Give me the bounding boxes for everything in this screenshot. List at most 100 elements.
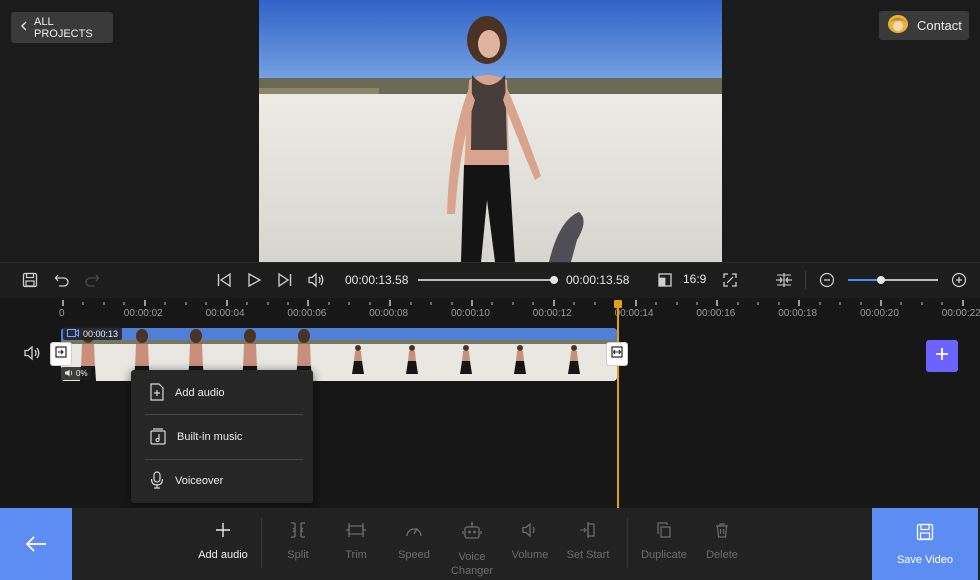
aspect-ratio-icon[interactable] <box>655 270 675 290</box>
ruler-minor-tick <box>348 302 351 305</box>
clip-start-handle[interactable] <box>50 342 72 366</box>
current-time: 00:00:13.58 <box>345 273 409 287</box>
add-audio-menu: Add audio Built-in music Voiceover <box>131 370 313 503</box>
ruler-minor-tick <box>675 302 678 305</box>
plus-icon <box>934 346 950 367</box>
add-audio-button[interactable]: Add audio <box>193 522 253 562</box>
ruler-minor-tick <box>164 302 167 305</box>
ruler-minor-tick <box>246 302 249 305</box>
ruler-minor-tick <box>839 302 842 305</box>
fit-timeline-icon[interactable] <box>774 270 794 290</box>
menu-item-voiceover[interactable]: Voiceover <box>131 459 313 503</box>
ruler-label: 00:00:10 <box>451 308 490 319</box>
duplicate-button[interactable]: Duplicate <box>634 522 694 562</box>
save-video-button[interactable]: Save Video <box>872 508 978 580</box>
bottom-divider <box>627 518 628 568</box>
ruler-minor-tick <box>920 302 923 305</box>
set-start-icon <box>579 522 597 542</box>
ruler-minor-tick <box>409 302 412 305</box>
save-icon <box>916 523 934 544</box>
ruler-major-tick <box>961 300 964 306</box>
zoom-slider-knob[interactable] <box>877 276 886 284</box>
ruler-label: 0 <box>59 308 65 319</box>
skip-to-start-icon[interactable] <box>214 270 234 290</box>
ruler-minor-tick <box>593 302 596 305</box>
trim-label: Trim <box>345 549 367 561</box>
ruler-minor-tick <box>102 302 105 305</box>
toolbar-divider <box>805 271 806 289</box>
clip-end-handle[interactable] <box>606 342 628 366</box>
playback-toolbar: 00:00:13.58 00:00:13.58 16:9 <box>0 262 980 299</box>
aspect-ratio-value[interactable]: 16:9 <box>683 272 706 286</box>
zoom-out-icon[interactable] <box>817 270 837 290</box>
volume-label: Volume <box>511 549 549 561</box>
ruler-minor-tick <box>368 302 371 305</box>
delete-button[interactable]: Delete <box>692 522 752 562</box>
fullscreen-icon[interactable] <box>720 270 740 290</box>
menu-item-built-in-music[interactable]: Built-in music <box>131 415 313 459</box>
voice-changer-button[interactable]: Voice Changer <box>442 522 502 578</box>
ruler-major-tick <box>716 300 719 306</box>
save-icon[interactable] <box>20 270 40 290</box>
speed-button[interactable]: Speed <box>384 522 444 562</box>
plus-icon <box>215 522 231 542</box>
play-icon[interactable] <box>244 270 264 290</box>
bottom-divider <box>261 518 262 568</box>
menu-item-label: Built-in music <box>177 431 243 443</box>
split-label: Split <box>287 549 309 561</box>
clip-volume: 0% <box>76 369 88 378</box>
ruler-label: 00:00:16 <box>696 308 736 319</box>
ruler-minor-tick <box>655 302 658 305</box>
ruler-minor-tick <box>941 302 944 305</box>
trim-icon <box>346 522 366 542</box>
skip-to-end-icon[interactable] <box>275 270 295 290</box>
track-volume-icon[interactable] <box>23 345 41 366</box>
voice-changer-label: Voice Changer <box>450 551 494 577</box>
menu-item-add-audio[interactable]: Add audio <box>131 371 313 415</box>
clip-volume-badge[interactable]: 0% <box>61 367 91 380</box>
contact-label: Contact <box>917 18 962 33</box>
video-preview <box>259 0 722 262</box>
ruler-minor-tick <box>266 302 269 305</box>
add-clip-button[interactable] <box>926 340 958 372</box>
contact-button[interactable]: Contact <box>879 11 969 40</box>
menu-item-label: Voiceover <box>175 475 224 487</box>
set-start-button[interactable]: Set Start <box>558 522 618 562</box>
playhead[interactable] <box>614 300 622 508</box>
playhead-handle[interactable] <box>614 300 622 308</box>
timeline-ruler[interactable]: 0 00:00:02 00:00:04 00:00:06 00:00:08 00:00:1… <box>0 298 980 322</box>
ruler-minor-tick <box>286 302 289 305</box>
delete-label: Delete <box>706 549 738 561</box>
speedometer-icon <box>405 522 423 542</box>
clip-thumbnail <box>439 328 493 381</box>
ruler-minor-tick <box>184 302 187 305</box>
ruler-major-tick <box>62 300 64 306</box>
ruler-major-tick <box>634 300 637 306</box>
zoom-slider[interactable] <box>848 276 938 284</box>
volume-icon <box>521 522 539 542</box>
ruler-minor-tick <box>511 302 514 305</box>
ruler-label: 00:00:20 <box>860 308 899 319</box>
music-library-icon <box>149 427 167 448</box>
back-button[interactable] <box>0 508 72 580</box>
redo-icon[interactable] <box>82 270 102 290</box>
volume-icon[interactable] <box>306 270 326 290</box>
add-file-icon <box>149 382 165 404</box>
ruler-label: 00:00:06 <box>287 308 327 319</box>
playback-scrubber[interactable] <box>418 276 558 284</box>
undo-icon[interactable] <box>52 270 72 290</box>
ruler-major-tick <box>225 300 228 306</box>
zoom-in-icon[interactable] <box>949 270 969 290</box>
scrubber-knob[interactable] <box>550 276 558 284</box>
set-start-label: Set Start <box>566 549 610 561</box>
volume-button[interactable]: Volume <box>500 522 560 562</box>
avatar-icon <box>887 14 909 37</box>
speed-label: Speed <box>398 549 430 561</box>
trim-button[interactable]: Trim <box>326 522 386 562</box>
ruler-minor-tick <box>573 302 576 305</box>
speaker-icon <box>64 369 74 379</box>
ruler-minor-tick <box>430 302 433 305</box>
clip-thumbnail <box>493 328 547 381</box>
all-projects-button[interactable]: ALL PROJECTS <box>11 12 113 43</box>
split-button[interactable]: Split <box>268 522 328 562</box>
